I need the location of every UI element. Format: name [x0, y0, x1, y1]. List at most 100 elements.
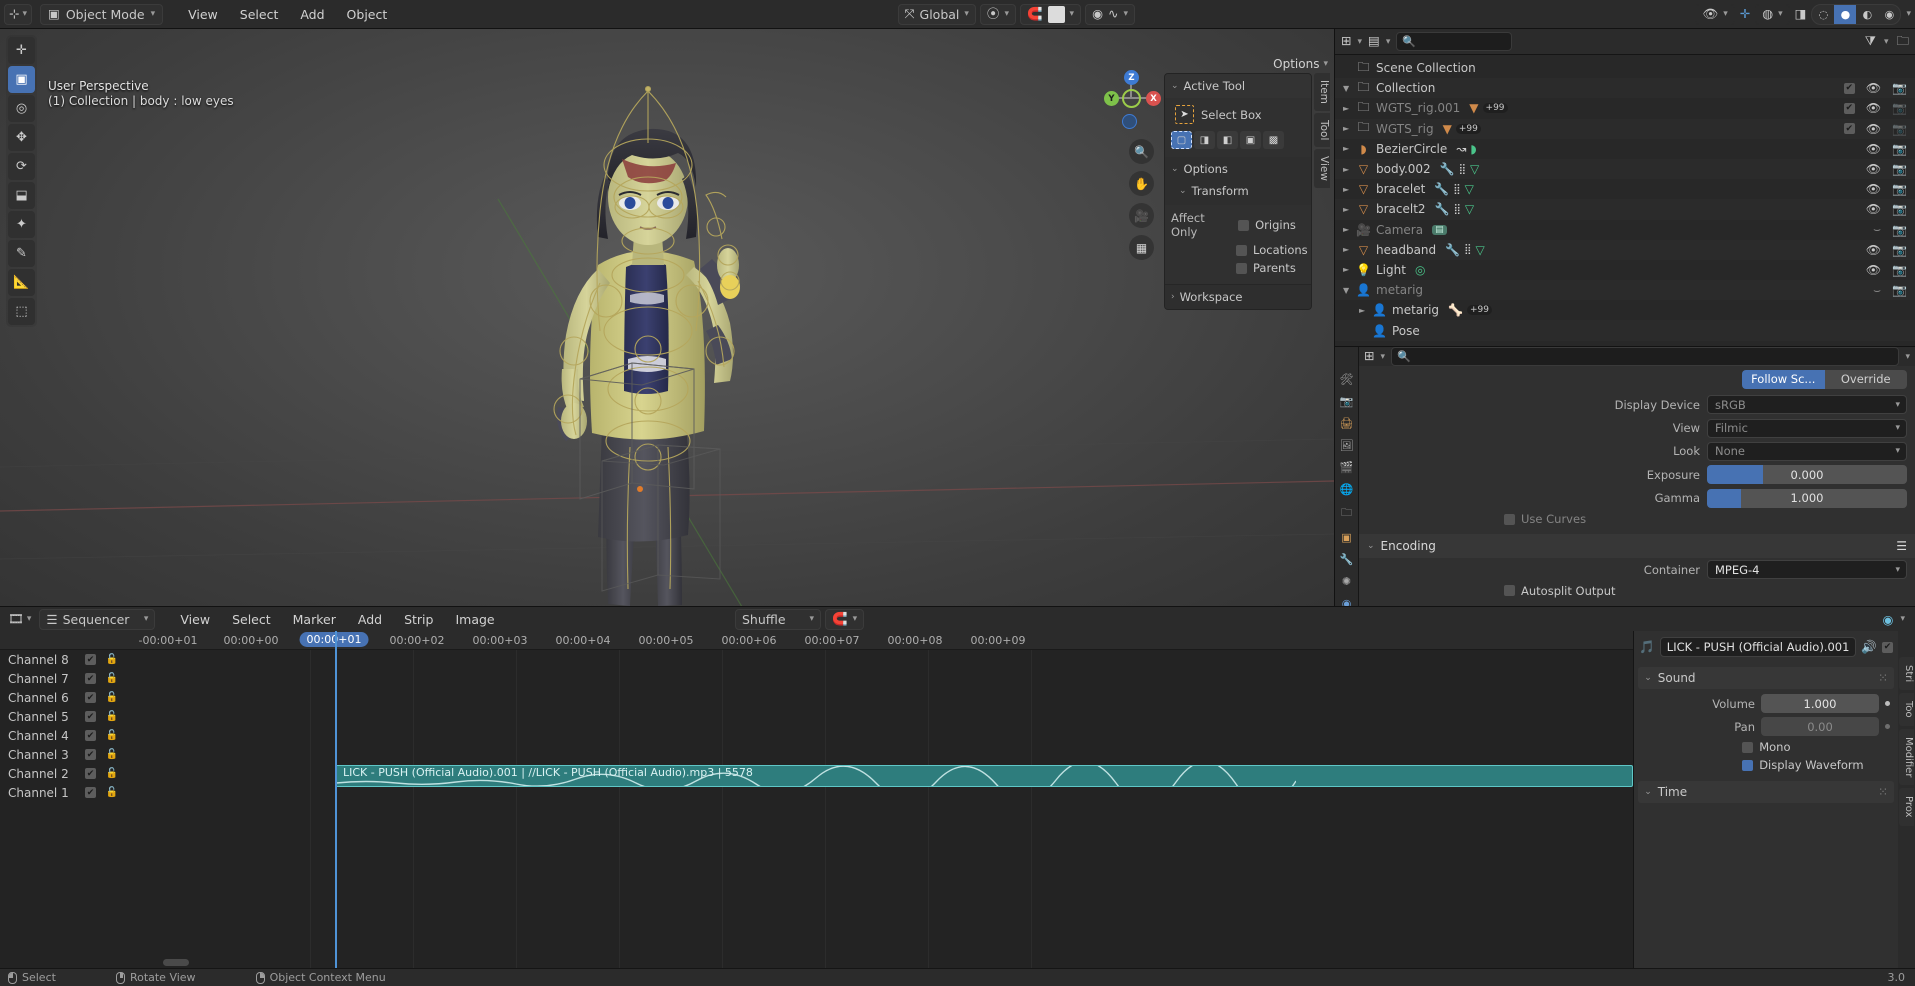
annotate-tool-button[interactable]: ✎ [8, 240, 35, 267]
lock-icon[interactable]: 🔓 [106, 711, 118, 722]
zoom-icon[interactable]: 🔍 [1129, 139, 1154, 164]
add-cube-tool-button[interactable]: ⬚ [8, 298, 35, 325]
rotate-tool-button[interactable]: ⟳ [8, 153, 35, 180]
select-extend-button[interactable]: ◨ [1194, 131, 1215, 149]
container-dropdown[interactable]: MPEG-4 ▾ [1707, 560, 1907, 580]
magnet-icon[interactable]: 🧲 [832, 611, 848, 627]
expand-triangle[interactable]: ► [1343, 124, 1356, 133]
outliner-search-input[interactable]: 🔍 [1396, 32, 1513, 51]
tab-world[interactable]: 🌐 [1338, 483, 1355, 496]
tab-tool[interactable]: Tool [1314, 112, 1330, 148]
channel-row[interactable]: Channel 8 ✔ 🔓 [0, 650, 136, 669]
channel-mute-checkbox[interactable]: ✔ [85, 749, 96, 760]
lock-icon[interactable]: 🔓 [106, 749, 118, 760]
select-subtract-button[interactable]: ◧ [1217, 131, 1238, 149]
camera-icon[interactable]: 📷 [1892, 142, 1907, 156]
playhead[interactable] [335, 631, 337, 968]
animate-property-dot[interactable] [1885, 724, 1890, 729]
animate-property-dot[interactable] [1885, 701, 1890, 706]
eye-icon[interactable]: 👁 [1866, 243, 1881, 257]
sequencer-view-type-selector[interactable]: ☰ Sequencer ▾ [39, 608, 156, 630]
outliner-row-collection[interactable]: ▼ 🗀 Collection ✔ 👁 📷 [1335, 78, 1915, 99]
locations-checkbox[interactable] [1236, 244, 1247, 256]
audio-strip[interactable]: LICK - PUSH (Official Audio).001 | //LIC… [335, 765, 1634, 787]
outliner-row-wgts-rig[interactable]: ► 🗀 WGTS_rig ▼ +99 ✔ 👁 📷 [1335, 118, 1915, 139]
scale-tool-button[interactable]: ⬓ [8, 182, 35, 209]
properties-content[interactable]: Follow Sc... Override Display Device sRG… [1359, 366, 1915, 606]
channel-mute-checkbox[interactable]: ✔ [85, 787, 96, 798]
camera-view-icon[interactable]: 🎥 [1129, 203, 1154, 228]
channel-mute-checkbox[interactable]: ✔ [85, 711, 96, 722]
channel-mute-checkbox[interactable]: ✔ [85, 730, 96, 741]
eye-icon[interactable]: 👁 [1866, 81, 1881, 95]
chevron-down-icon[interactable]: ▾ [1905, 352, 1910, 362]
gizmo-center[interactable] [1122, 89, 1141, 108]
tab-output[interactable]: 🖨 [1338, 417, 1355, 430]
move-tool-button[interactable]: ✥ [8, 124, 35, 151]
eye-icon[interactable]: 👁 [1866, 162, 1881, 176]
eye-icon[interactable]: ⌣ [1873, 283, 1881, 298]
preview-toggle-icon[interactable]: ◉ [1883, 612, 1894, 627]
outliner-row-headband[interactable]: ► ▽ headband 🔧 ⣿ ▽ 👁 📷 [1335, 239, 1915, 260]
outliner-row-beziercircle[interactable]: ► ◗ BezierCircle ↝ ◗ 👁 📷 [1335, 139, 1915, 159]
expand-triangle[interactable]: ► [1343, 205, 1356, 214]
xray-toggle-icon[interactable]: ◨ [1795, 7, 1807, 21]
outliner-tree[interactable]: 🗀 Scene Collection ▼ 🗀 Collection ✔ 👁 📷 [1335, 55, 1915, 346]
shading-material-button[interactable]: ◐ [1856, 5, 1878, 24]
tab-collection[interactable]: 🗀 [1338, 505, 1355, 522]
transform-section-header[interactable]: ⌄ Transform [1179, 181, 1305, 201]
expand-triangle[interactable]: ► [1343, 144, 1356, 153]
transform-tool-button[interactable]: ✦ [8, 211, 35, 238]
expand-triangle[interactable]: ► [1343, 165, 1356, 174]
visibility-selector[interactable]: 👁 ▾ [1695, 3, 1735, 25]
viewport-options-menu[interactable]: Options ▾ [1273, 57, 1328, 71]
channel-mute-checkbox[interactable]: ✔ [85, 673, 96, 684]
gizmo-toggle-icon[interactable]: ✛ [1740, 7, 1750, 21]
expand-triangle[interactable]: ► [1343, 265, 1356, 274]
parents-checkbox[interactable] [1236, 262, 1247, 274]
editor-type-selector[interactable]: ⊹ ▾ [4, 3, 33, 25]
strip-pan-field[interactable]: 0.00 [1761, 717, 1879, 736]
gizmo-axis-y[interactable]: Y [1104, 91, 1119, 106]
cursor-3d-tool-button[interactable]: ◎ [8, 95, 35, 122]
outliner-row-light[interactable]: ► 💡 Light ◎ 👁 📷 [1335, 260, 1915, 280]
filter-icon[interactable]: ⧩ [1865, 35, 1876, 48]
expand-triangle[interactable]: ▼ [1343, 286, 1356, 295]
editor-type-icon[interactable]: ⊞ [1341, 35, 1351, 48]
sound-section-header[interactable]: ⌄ Sound ⁙ [1638, 667, 1894, 689]
tab-tool[interactable]: Too [1899, 693, 1914, 726]
horizontal-scrollbar[interactable] [163, 959, 189, 966]
camera-icon[interactable]: 📷 [1892, 263, 1907, 277]
camera-icon[interactable]: 📷 [1892, 283, 1907, 297]
eye-icon[interactable]: 👁 [1866, 263, 1881, 277]
select-invert-button[interactable]: ▣ [1240, 131, 1261, 149]
menu-select[interactable]: Select [229, 7, 290, 22]
channel-row[interactable]: Channel 4 ✔ 🔓 [0, 726, 136, 745]
tab-modifier[interactable]: Modifier [1899, 728, 1914, 786]
outliner-row-scene-collection[interactable]: 🗀 Scene Collection [1335, 58, 1915, 78]
gamma-slider[interactable]: 1.000 [1707, 488, 1907, 508]
seq-menu-select[interactable]: Select [221, 612, 282, 627]
proportional-edit-group[interactable]: ◉ ∿ ▾ [1085, 3, 1136, 25]
snap-target-swatch[interactable] [1047, 5, 1065, 23]
camera-icon[interactable]: 📷 [1892, 182, 1907, 196]
camera-icon[interactable]: 📷 [1892, 122, 1907, 136]
overlap-mode-selector[interactable]: Shuffle ▾ [735, 608, 821, 630]
display-mode-icon[interactable]: ▤ [1368, 35, 1380, 48]
menu-object[interactable]: Object [336, 7, 399, 22]
seq-menu-strip[interactable]: Strip [393, 612, 444, 627]
measure-tool-button[interactable]: 📐 [8, 269, 35, 296]
object-mode-selector[interactable]: ▣ Object Mode ▾ [40, 3, 164, 25]
menu-add[interactable]: Add [289, 7, 335, 22]
camera-icon[interactable]: 📷 [1892, 81, 1907, 95]
drag-handle-icon[interactable]: ⁙ [1878, 671, 1888, 685]
sequencer-timeline[interactable]: -00:00+01 00:00+00 00:00+01 00:00+02 00:00+0… [0, 631, 1634, 968]
channel-row[interactable]: Channel 1 ✔ 🔓 [0, 783, 136, 802]
expand-triangle[interactable]: ► [1359, 306, 1372, 315]
view-dropdown[interactable]: Filmic ▾ [1707, 418, 1907, 438]
tab-scene[interactable]: 🎬 [1338, 461, 1355, 474]
strip-type-icon[interactable]: 🔊 [1861, 639, 1877, 655]
use-curves-checkbox[interactable] [1504, 513, 1515, 525]
outliner-row-bracelt2[interactable]: ► ▽ bracelt2 🔧 ⣿ ▽ 👁 📷 [1335, 199, 1915, 220]
tab-view[interactable]: View [1314, 149, 1330, 189]
